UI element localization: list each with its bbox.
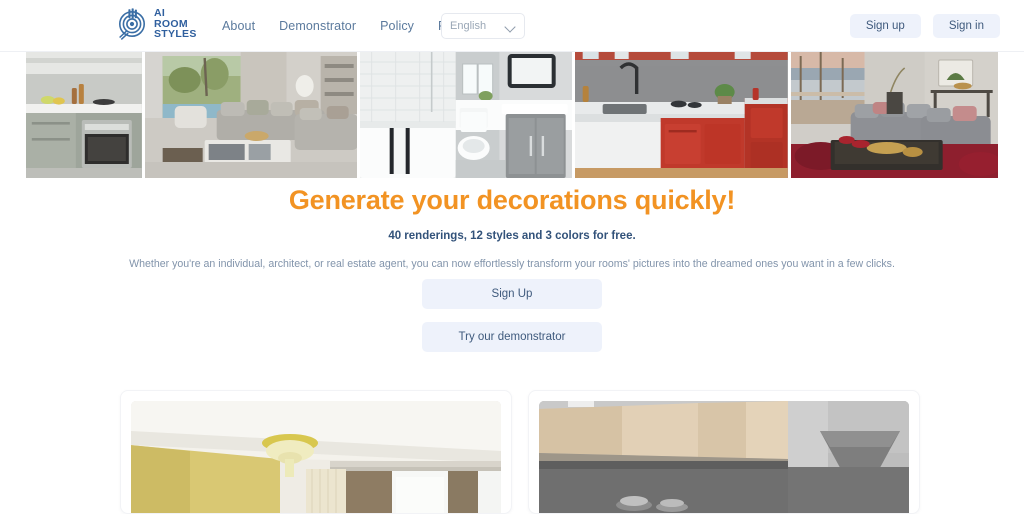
gallery-card-yellow-room[interactable]	[120, 390, 512, 514]
spiral-circle-logo-icon	[118, 7, 148, 41]
auth-buttons: Sign up Sign in	[849, 14, 1000, 38]
chevron-down-icon	[506, 23, 516, 29]
hero-cta-group: Sign Up Try our demonstrator	[0, 279, 1024, 352]
page-title: Generate your decorations quickly!	[288, 185, 736, 215]
hero-tile-white-bathroom	[359, 52, 573, 178]
hero-tile-red-kitchen	[575, 52, 788, 178]
sign-up-cta-button[interactable]: Sign Up	[422, 279, 602, 309]
gallery-image-yellow-room	[131, 401, 501, 513]
sign-in-button[interactable]: Sign in	[932, 14, 1000, 38]
sign-up-button[interactable]: Sign up	[849, 14, 921, 38]
brand-logo-link[interactable]: AI ROOM STYLES	[118, 7, 197, 41]
nav-item-policy[interactable]: Policy	[380, 19, 414, 33]
main-nav: About Demonstrator Policy Pricing	[222, 0, 477, 52]
site-header: AI ROOM STYLES About Demonstrator Policy…	[0, 0, 1024, 52]
landing-page: AI ROOM STYLES About Demonstrator Policy…	[0, 0, 1024, 514]
hero-description: Whether you're an individual, architect,…	[129, 258, 895, 270]
hero-subheadline: 40 renderings, 12 styles and 3 colors fo…	[388, 230, 636, 242]
gallery-image-wood-kitchen	[539, 401, 909, 513]
gallery-card-wood-kitchen[interactable]	[528, 390, 920, 514]
language-select-value: English	[450, 20, 487, 32]
hero-copy: Generate your decorations quickly! 40 re…	[0, 178, 1024, 270]
brand-name: AI ROOM STYLES	[154, 7, 197, 41]
gallery-section	[120, 390, 920, 514]
try-demonstrator-button[interactable]: Try our demonstrator	[422, 322, 602, 352]
hero-image-strip	[26, 52, 998, 178]
hero-tile-sectional-living-room	[144, 52, 357, 178]
nav-item-demonstrator[interactable]: Demonstrator	[279, 19, 356, 33]
language-select[interactable]: English	[441, 13, 525, 39]
nav-item-about[interactable]: About	[222, 19, 255, 33]
hero-tile-red-rug-living-room	[790, 52, 998, 178]
hero-tile-grey-kitchen	[26, 52, 142, 178]
